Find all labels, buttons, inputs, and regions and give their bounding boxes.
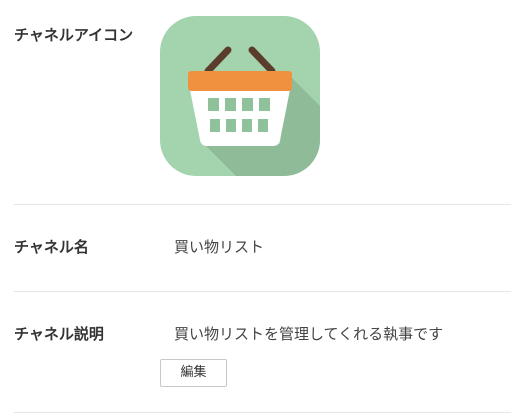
channel-settings: チャネルアイコン チャネル名 買い物リスト チャネル説明 買い物リストを管理して… — [0, 0, 511, 417]
channel-name-label: チャネル名 — [14, 238, 89, 256]
channel-name-row: チャネル名 買い物リスト — [14, 205, 511, 291]
channel-description-value: 買い物リストを管理してくれる執事です — [174, 325, 444, 343]
channel-name-value: 買い物リスト — [174, 238, 265, 256]
edit-description-button[interactable]: 編集 — [160, 359, 227, 387]
shopping-basket-icon — [160, 16, 320, 176]
channel-description-row: チャネル説明 買い物リストを管理してくれる執事です — [14, 292, 511, 412]
channel-icon-label: チャネルアイコン — [14, 26, 134, 44]
channel-description-label: チャネル説明 — [14, 325, 104, 343]
divider — [14, 412, 511, 413]
